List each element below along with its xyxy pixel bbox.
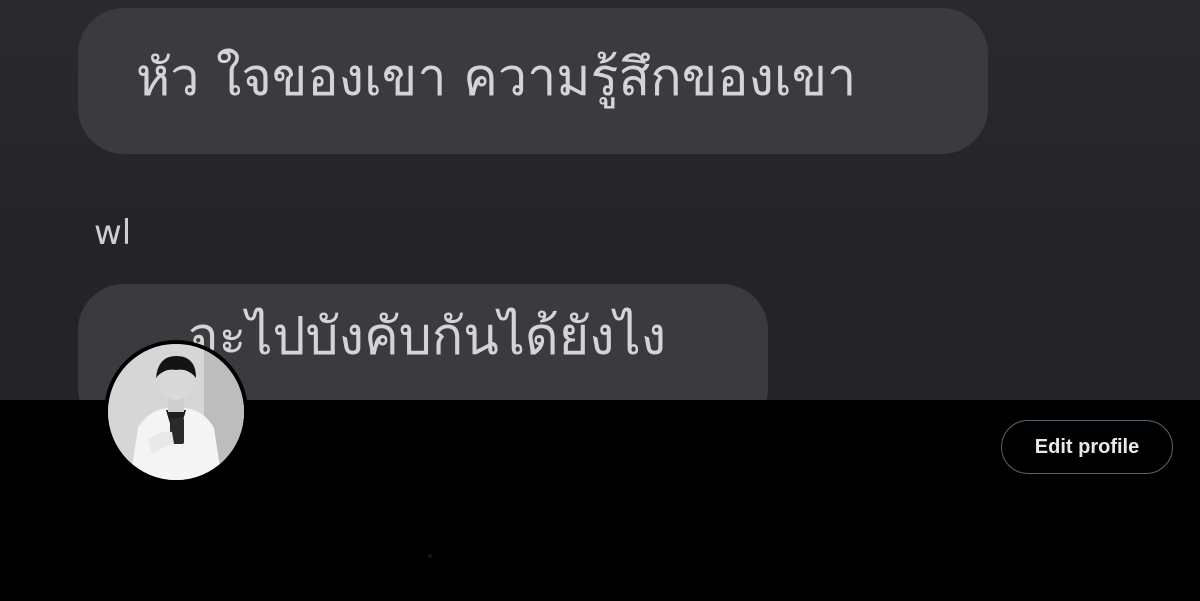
message-bubble: หัว ใจของเขา ความรู้สึกของเขา xyxy=(78,8,988,154)
message-text: หัว ใจของเขา ความรู้สึกของเขา xyxy=(136,48,857,108)
sender-name-label: wl xyxy=(94,213,132,253)
profile-page: หัว ใจของเขา ความรู้สึกของเขา wl จะไปบัง… xyxy=(0,0,1200,601)
profile-photo-icon xyxy=(108,344,244,480)
avatar[interactable] xyxy=(104,340,248,484)
edit-profile-label: Edit profile xyxy=(1034,435,1140,458)
edit-profile-button[interactable]: Edit profile xyxy=(1001,420,1173,474)
decorative-dot xyxy=(428,554,432,558)
message-text: จะไปบังคับกันได้ยังไง xyxy=(188,307,667,367)
